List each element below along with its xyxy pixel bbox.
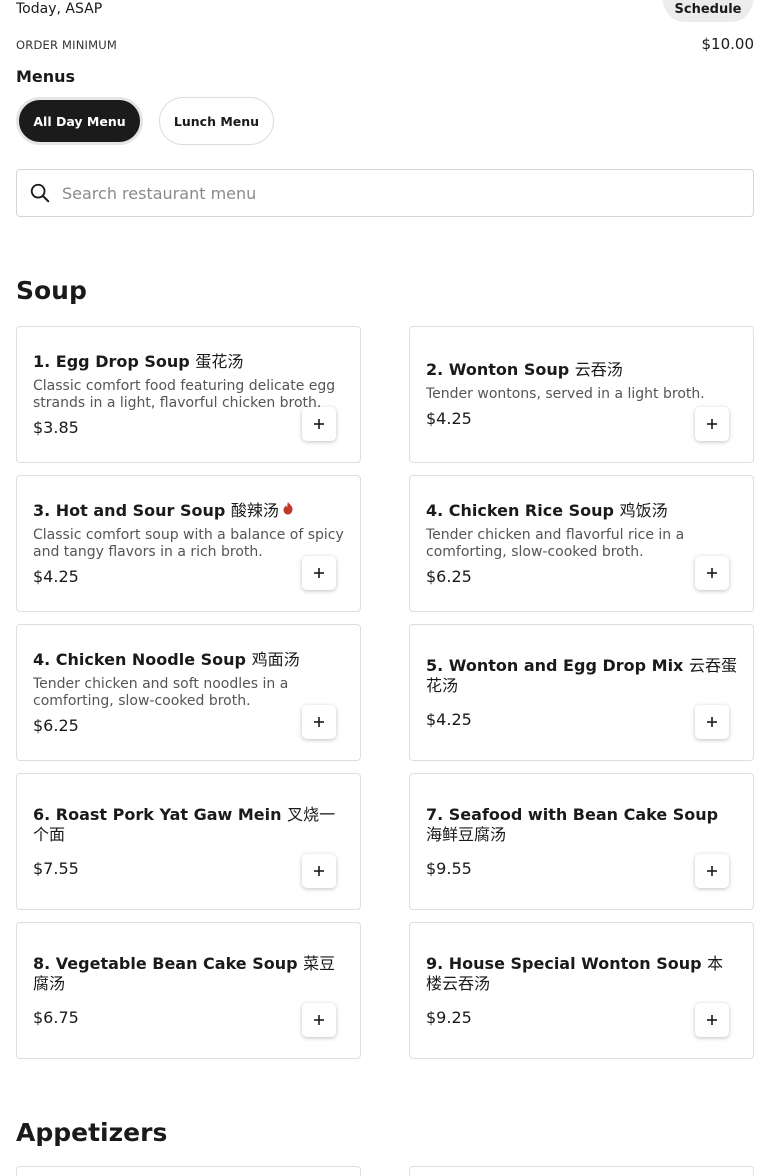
add-item-button[interactable] bbox=[302, 1003, 336, 1037]
menu-item-price: $7.55 bbox=[33, 858, 79, 878]
menu-item-price: $6.25 bbox=[426, 566, 472, 586]
menu-item-name: 8. Vegetable Bean Cake Soup 菜豆腐汤 bbox=[33, 954, 344, 994]
menu-item-price: $4.25 bbox=[426, 709, 472, 729]
menu-item-chinese-name: 酸辣汤 bbox=[230, 500, 279, 520]
menu-item-title: 3. Hot and Sour Soup bbox=[33, 500, 226, 520]
menu-item-card[interactable]: 6. Roast Pork Yat Gaw Mein 叉烧一个面 $7.55 bbox=[16, 773, 361, 910]
menu-item-chinese-name: 云吞汤 bbox=[574, 360, 623, 379]
menu-item-title: 9. House Special Wonton Soup bbox=[426, 953, 702, 973]
tab-lunch-menu[interactable]: Lunch Menu bbox=[159, 97, 274, 145]
menu-item-title: 5. Wonton and Egg Drop Mix bbox=[426, 655, 684, 675]
menu-item-content: 8. Vegetable Bean Cake Soup 菜豆腐汤 $6.75 bbox=[33, 923, 344, 1058]
menu-item-name: 4. Chicken Noodle Soup 鸡面汤 bbox=[33, 650, 344, 670]
menu-item-price: $4.25 bbox=[426, 409, 472, 428]
section-title-appetizers: Appetizers bbox=[16, 1118, 168, 1147]
add-item-button[interactable] bbox=[695, 1003, 729, 1037]
menu-item-name: 3. Hot and Sour Soup 酸辣汤 bbox=[33, 501, 344, 521]
search-input[interactable] bbox=[60, 182, 753, 204]
add-item-button[interactable] bbox=[695, 854, 729, 888]
menu-item-title: 8. Vegetable Bean Cake Soup bbox=[33, 953, 298, 973]
menu-item-name: 5. Wonton and Egg Drop Mix 云吞蛋花汤 bbox=[426, 656, 737, 696]
add-item-button[interactable] bbox=[695, 407, 729, 441]
menu-item-chinese-name: 鸡饭汤 bbox=[619, 500, 668, 520]
plus-icon bbox=[707, 717, 717, 727]
menu-item-description: Tender chicken and flavorful rice in a c… bbox=[426, 526, 685, 560]
plus-icon bbox=[314, 717, 324, 727]
menu-item-description: Tender wontons, served in a light broth. bbox=[426, 386, 705, 402]
plus-icon bbox=[707, 419, 717, 429]
menu-item-price: $3.85 bbox=[33, 417, 79, 437]
menu-item-content: 4. Chicken Rice Soup 鸡饭汤 Tender chicken a… bbox=[426, 476, 737, 611]
menu-item-card[interactable]: 2. Wonton Soup 云吞汤 Tender wontons, served… bbox=[409, 326, 754, 463]
plus-icon bbox=[707, 866, 717, 876]
add-item-button[interactable] bbox=[302, 407, 336, 441]
menu-item-price: $9.25 bbox=[426, 1007, 472, 1027]
menu-item-chinese-name: 蛋花汤 bbox=[195, 351, 244, 371]
menu-item-title: 2. Wonton Soup bbox=[426, 360, 570, 379]
menu-item-name: 6. Roast Pork Yat Gaw Mein 叉烧一个面 bbox=[33, 805, 344, 845]
delivery-time: Today, ASAP bbox=[16, 1, 103, 17]
menu-item-content: 5. Wonton and Egg Drop Mix 云吞蛋花汤 $4.25 bbox=[426, 625, 737, 760]
appetizer-card-partial[interactable] bbox=[16, 1166, 361, 1176]
menu-item-card[interactable]: 4. Chicken Rice Soup 鸡饭汤 Tender chicken a… bbox=[409, 475, 754, 612]
menu-item-title: 1. Egg Drop Soup bbox=[33, 351, 190, 371]
menu-item-card[interactable]: 8. Vegetable Bean Cake Soup 菜豆腐汤 $6.75 bbox=[16, 922, 361, 1059]
menu-item-name: 4. Chicken Rice Soup 鸡饭汤 bbox=[426, 501, 737, 521]
search-bar[interactable] bbox=[16, 169, 754, 217]
menu-item-description: Classic comfort food featuring delicate … bbox=[33, 377, 336, 411]
menu-item-card[interactable]: 1. Egg Drop Soup 蛋花汤 Classic comfort food… bbox=[16, 326, 361, 463]
menu-item-title: 4. Chicken Noodle Soup bbox=[33, 649, 246, 669]
plus-icon bbox=[314, 568, 324, 578]
menu-item-price: $9.55 bbox=[426, 858, 472, 878]
plus-icon bbox=[314, 1015, 324, 1025]
add-item-button[interactable] bbox=[302, 705, 336, 739]
chili-icon bbox=[283, 501, 293, 514]
menu-item-content: 9. House Special Wonton Soup 本楼云吞汤 $9.25 bbox=[426, 923, 737, 1058]
menu-item-chinese-name: 海鲜豆腐汤 bbox=[426, 824, 507, 844]
search-icon bbox=[30, 183, 50, 203]
menu-item-description: Classic comfort soup with a balance of s… bbox=[33, 526, 344, 560]
menu-item-card[interactable]: 7. Seafood with Bean Cake Soup 海鲜豆腐汤 $9.5… bbox=[409, 773, 754, 910]
menu-item-name: 1. Egg Drop Soup 蛋花汤 bbox=[33, 352, 344, 372]
menu-item-card[interactable]: 5. Wonton and Egg Drop Mix 云吞蛋花汤 $4.25 bbox=[409, 624, 754, 761]
menu-item-content: 3. Hot and Sour Soup 酸辣汤 Classic comfort … bbox=[33, 476, 344, 611]
menu-item-title: 6. Roast Pork Yat Gaw Mein bbox=[33, 804, 282, 824]
schedule-button[interactable]: Schedule bbox=[663, 0, 753, 22]
menu-item-card[interactable]: 9. House Special Wonton Soup 本楼云吞汤 $9.25 bbox=[409, 922, 754, 1059]
section-title-soup: Soup bbox=[16, 276, 87, 305]
add-item-button[interactable] bbox=[302, 854, 336, 888]
order-minimum-label: ORDER MINIMUM bbox=[16, 38, 117, 52]
plus-icon bbox=[314, 419, 324, 429]
plus-icon bbox=[707, 568, 717, 578]
menu-item-price: $6.25 bbox=[33, 715, 79, 735]
menus-heading: Menus bbox=[16, 67, 76, 86]
order-minimum-value: $10.00 bbox=[701, 35, 755, 53]
menu-item-title: 4. Chicken Rice Soup bbox=[426, 500, 614, 520]
menu-item-name: 9. House Special Wonton Soup 本楼云吞汤 bbox=[426, 954, 737, 994]
menu-item-card[interactable]: 4. Chicken Noodle Soup 鸡面汤 Tender chicken… bbox=[16, 624, 361, 761]
add-item-button[interactable] bbox=[695, 556, 729, 590]
menu-item-content: 6. Roast Pork Yat Gaw Mein 叉烧一个面 $7.55 bbox=[33, 774, 344, 909]
menu-item-card[interactable]: 3. Hot and Sour Soup 酸辣汤 Classic comfort … bbox=[16, 475, 361, 612]
menu-item-content: 4. Chicken Noodle Soup 鸡面汤 Tender chicken… bbox=[33, 625, 344, 760]
tab-all-day-menu[interactable]: All Day Menu bbox=[16, 97, 143, 145]
plus-icon bbox=[707, 1015, 717, 1025]
plus-icon bbox=[314, 866, 324, 876]
menu-item-description: Tender chicken and soft noodles in a com… bbox=[33, 675, 289, 709]
menu-item-price: $6.75 bbox=[33, 1007, 79, 1027]
menu-item-content: 1. Egg Drop Soup 蛋花汤 Classic comfort food… bbox=[33, 327, 344, 462]
menu-item-name: 7. Seafood with Bean Cake Soup 海鲜豆腐汤 bbox=[426, 805, 737, 845]
add-item-button[interactable] bbox=[302, 556, 336, 590]
menu-item-name: 2. Wonton Soup 云吞汤 bbox=[426, 360, 737, 380]
add-item-button[interactable] bbox=[695, 705, 729, 739]
menu-item-chinese-name: 鸡面汤 bbox=[251, 649, 300, 669]
menu-item-content: 7. Seafood with Bean Cake Soup 海鲜豆腐汤 $9.5… bbox=[426, 774, 737, 909]
appetizer-card-partial[interactable] bbox=[409, 1166, 754, 1176]
menu-item-title: 7. Seafood with Bean Cake Soup bbox=[426, 804, 719, 824]
menu-item-content: 2. Wonton Soup 云吞汤 Tender wontons, served… bbox=[426, 327, 737, 462]
menu-item-price: $4.25 bbox=[33, 566, 79, 586]
